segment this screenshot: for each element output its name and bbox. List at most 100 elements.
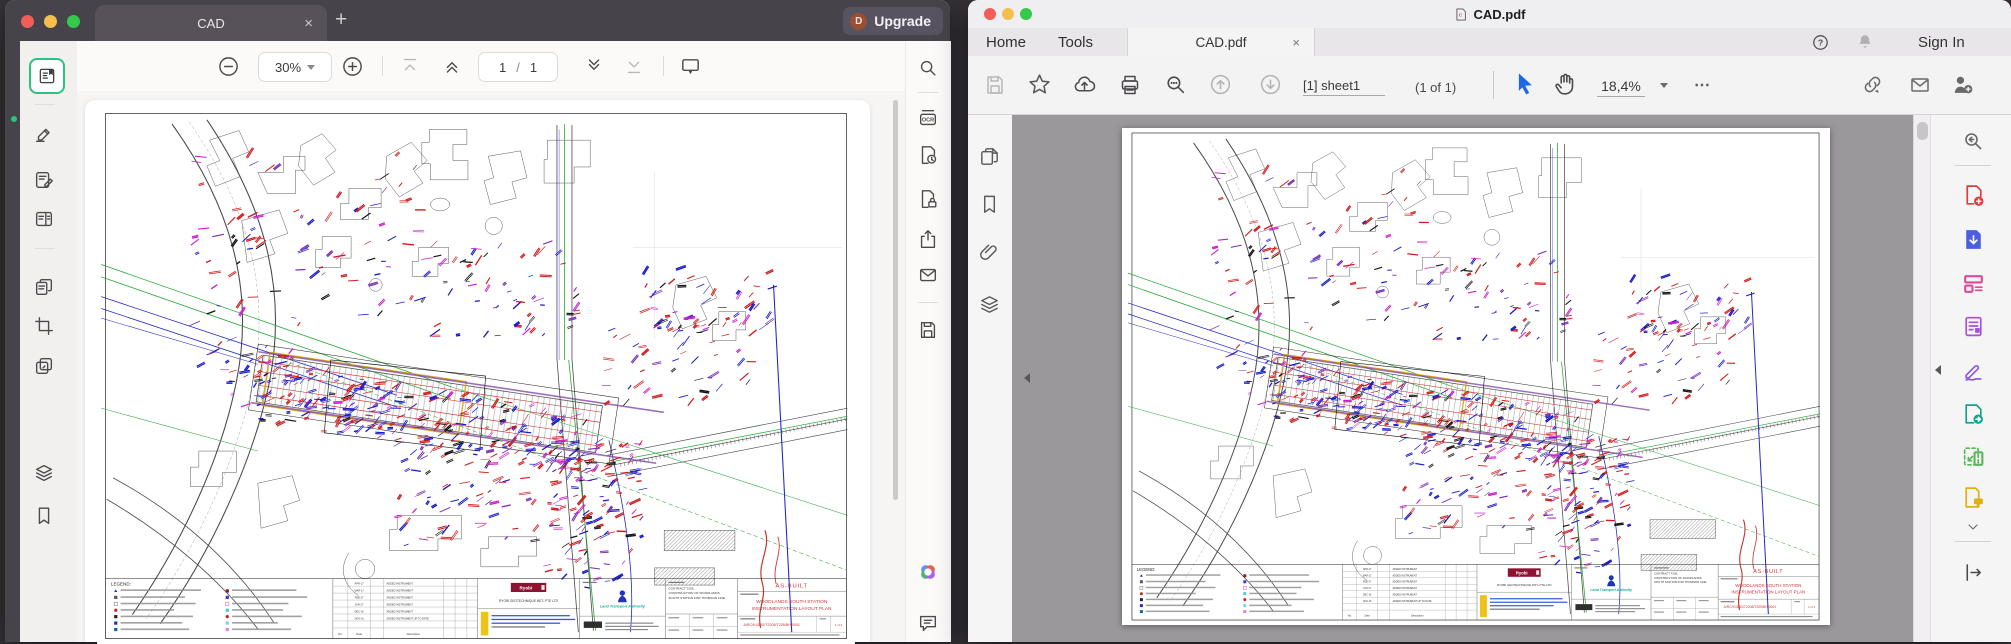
highlighter-tool-icon[interactable] [33,123,55,145]
ai-assistant-icon[interactable] [917,561,939,583]
more-tools-button[interactable]: ⋯ [1694,75,1711,95]
page-separator: / [516,60,520,75]
collapse-right-panel-arrow[interactable] [1935,365,1941,375]
left-document-viewport[interactable] [77,91,905,642]
pdf-document-icon: C [1454,7,1468,22]
tab-close-icon[interactable]: × [1292,35,1300,50]
page-total: 1 [530,60,537,75]
pdf-page[interactable] [85,100,870,642]
zoom-level-field[interactable]: 18,4% [1597,78,1645,97]
stamp-tool-icon[interactable] [33,355,55,377]
more-tools-chevron-icon[interactable] [1963,519,1983,535]
new-tab-button[interactable]: + [335,8,347,32]
hand-pan-tool[interactable] [1552,71,1578,97]
svg-text:?: ? [1818,38,1823,48]
layers-panel-icon[interactable] [978,293,1001,316]
attachments-panel-icon[interactable] [978,241,1001,264]
email-icon[interactable] [1908,73,1932,97]
right-toolbar: [1] sheet1 (1 of 1) 18,4% ⋯ [968,56,2011,115]
vertical-scrollbar[interactable] [893,100,898,500]
left-toolbar: 30% 1 / 1 [77,41,905,92]
collapse-left-panel-arrow[interactable] [1024,373,1030,383]
cloud-upload-icon[interactable] [1072,72,1097,97]
scrollbar-thumb[interactable] [1917,122,1928,140]
save-icon[interactable] [917,319,939,341]
menu-home[interactable]: Home [986,28,1026,56]
crop-tool-icon[interactable] [33,315,55,337]
favorite-star-icon[interactable] [1027,72,1052,97]
view-annotate-tool[interactable] [29,58,65,94]
left-pdf-app-window: CAD × + D Upgrade [5,0,950,642]
previous-page-button[interactable] [441,55,463,77]
tab-close-icon[interactable]: × [304,15,313,32]
organize-pages-tool-icon[interactable] [1961,271,1986,296]
search-icon[interactable] [917,57,939,79]
document-tab-cad[interactable]: CAD × [95,5,327,41]
cad-drawing-left [97,108,855,644]
form-tool-icon[interactable] [1961,314,1986,339]
bookmarks-panel-icon[interactable] [978,193,1001,216]
zoom-level-dropdown[interactable]: 30% [258,52,332,82]
marquee-zoom-icon[interactable] [1163,72,1188,97]
previous-view-icon[interactable] [1208,72,1233,97]
doc-tab-title: CAD.pdf [1195,35,1246,50]
page-layout-tool-icon[interactable] [33,208,55,230]
extract-pages-icon[interactable] [33,276,55,298]
minimize-traffic-light[interactable] [44,15,57,28]
convert-pdf-tool-icon[interactable] [1961,227,1986,252]
maximize-traffic-light[interactable] [67,15,80,28]
save-icon[interactable] [983,73,1007,97]
pdf-page[interactable] [1122,128,1830,625]
toolbar-divider [663,56,664,76]
menu-tools[interactable]: Tools [1058,28,1093,56]
right-document-viewport[interactable] [1012,115,1913,642]
upgrade-label: Upgrade [874,13,931,29]
presentation-mode-button[interactable] [679,55,702,78]
help-icon[interactable]: ? [1811,33,1830,52]
select-cursor-tool[interactable] [1511,70,1538,97]
chevron-down-icon [307,65,315,70]
upgrade-button[interactable]: D Upgrade [843,7,943,35]
share-icon[interactable] [917,228,939,250]
go-to-first-page-button[interactable] [399,55,421,77]
bookmark-icon[interactable] [33,505,55,527]
next-page-button[interactable] [583,55,605,77]
expand-panel-icon[interactable] [1962,561,1985,584]
page-number-input[interactable]: 1 / 1 [478,52,558,82]
svg-text:C: C [1458,12,1462,17]
ocr-icon[interactable]: OCR [917,107,939,129]
notification-bell-icon[interactable] [1856,33,1874,51]
zoom-search-tool-icon[interactable] [1961,129,1985,153]
convert-file-icon[interactable] [917,144,939,166]
export-pdf-tool-icon[interactable] [1961,402,1986,427]
layers-icon[interactable] [33,462,55,484]
sheet-name-field[interactable]: [1] sheet1 [1303,78,1385,96]
screen-capture-tool-icon[interactable] [1961,444,1986,469]
add-contact-icon[interactable] [1950,72,1975,97]
zoom-out-button[interactable] [217,55,240,78]
feedback-comment-icon[interactable] [917,612,939,634]
left-sidebar [20,41,78,642]
column-divider [918,92,938,93]
sign-in-button[interactable]: Sign In [1918,28,1965,56]
next-view-icon[interactable] [1258,72,1283,97]
share-link-icon[interactable] [1860,72,1885,97]
email-icon[interactable] [917,264,939,286]
sidebar-divider [35,248,55,249]
navigation-panel [968,115,1013,642]
pages-panel-icon[interactable] [978,145,1001,168]
comment-tool-icon[interactable] [1961,485,1986,510]
print-icon[interactable] [1118,73,1142,97]
sign-tool-icon[interactable] [1961,358,1986,383]
zoom-in-button[interactable] [341,55,364,78]
create-pdf-tool-icon[interactable] [1961,183,1986,208]
right-titlebar: C CAD.pdf [968,0,2011,29]
go-to-last-page-button[interactable] [623,55,645,77]
note-edit-tool-icon[interactable] [33,169,55,191]
protect-document-icon[interactable] [917,188,939,210]
zoom-chevron-down-icon[interactable] [1660,83,1668,88]
document-tab-cadpdf[interactable]: CAD.pdf × [1127,28,1315,56]
vertical-scrollbar[interactable] [1913,115,1931,642]
window-title: C CAD.pdf [968,0,2011,28]
close-traffic-light[interactable] [21,15,34,28]
